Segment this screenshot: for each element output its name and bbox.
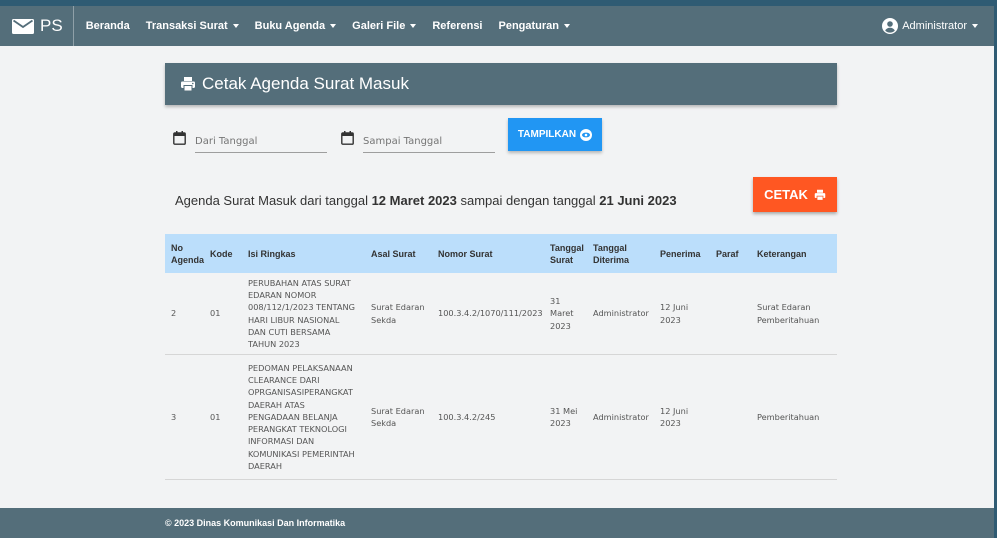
nav-menu: Beranda Transaksi Surat Buku Agenda Galeri … xyxy=(86,20,586,32)
summary-to-date: 21 Juni 2023 xyxy=(599,193,677,208)
nav-item-transaksi-surat[interactable]: Transaksi Surat xyxy=(146,20,239,32)
column-header[interactable]: Keterangan xyxy=(751,234,837,273)
nav-item-pengaturan[interactable]: Pengaturan xyxy=(499,20,571,32)
table-cell: 01 xyxy=(210,411,221,422)
table-cell xyxy=(710,273,751,355)
chevron-down-icon xyxy=(410,24,417,28)
table-cell: 12 Juni 2023 xyxy=(660,302,689,325)
table-row: 2 01 PERUBAHAN ATAS SURAT EDARAN NOMOR 008… xyxy=(165,273,837,355)
calendar-icon xyxy=(173,131,186,145)
nav-item-label: Pengaturan xyxy=(498,20,560,32)
table-cell: PEDOMAN PELAKSANAAN CLEARANCE DARI OPRGA… xyxy=(248,362,355,472)
column-header[interactable]: Tanggal Surat xyxy=(544,234,587,273)
nav-item-beranda[interactable]: Beranda xyxy=(86,20,130,32)
column-header[interactable]: Asal Surat xyxy=(365,234,432,273)
calendar-icon xyxy=(341,131,354,145)
table-cell xyxy=(710,355,751,480)
table-header-row: No Agenda Kode Isi Ringkas Asal Surat Nomor … xyxy=(165,234,837,273)
table-row: 3 01 PEDOMAN PELAKSANAAN CLEARANCE DARI OP… xyxy=(165,355,837,480)
table-cell: Pemberitahuan xyxy=(757,411,820,422)
printer-icon xyxy=(181,77,195,92)
table-cell: 3 xyxy=(171,411,177,422)
table-cell: 31 Maret 2023 xyxy=(550,296,574,331)
account-circle-icon xyxy=(882,18,899,34)
column-header[interactable]: Isi Ringkas xyxy=(242,234,365,273)
column-header[interactable]: No Agenda xyxy=(165,234,204,273)
summary-prefix: Agenda Surat Masuk dari tanggal xyxy=(175,193,372,208)
date-to-input[interactable] xyxy=(363,136,495,153)
navbar: PS Beranda Transaksi Surat Buku Agenda Gale… xyxy=(0,6,994,46)
page-header: Cetak Agenda Surat Masuk xyxy=(165,63,837,105)
chevron-down-icon xyxy=(564,24,571,28)
chevron-down-icon xyxy=(330,24,337,28)
nav-item-label: Referensi xyxy=(432,20,483,32)
column-header[interactable]: Nomor Surat xyxy=(432,234,544,273)
printer-icon xyxy=(814,189,826,201)
table-cell: Surat Edaran Pemberitahuan xyxy=(757,302,820,325)
nav-item-label: Beranda xyxy=(85,20,130,32)
table-cell: 31 Mei 2023 xyxy=(550,405,578,428)
mail-icon xyxy=(12,18,34,34)
user-name: Administrator xyxy=(902,20,967,32)
table-cell: Administrator xyxy=(593,308,649,319)
column-header[interactable]: Penerima xyxy=(654,234,710,273)
column-header[interactable]: Tanggal Diterima xyxy=(587,234,654,273)
eye-icon xyxy=(580,128,593,141)
print-button-label: CETAK xyxy=(764,187,808,202)
nav-item-referensi[interactable]: Referensi xyxy=(432,20,482,32)
table-cell: Surat Edaran Sekda xyxy=(371,405,425,428)
table-cell: PERUBAHAN ATAS SURAT EDARAN NOMOR 008/11… xyxy=(248,277,355,350)
table-cell: Surat Edaran Sekda xyxy=(371,302,425,325)
table-cell: 100.3.4.2/245 xyxy=(438,411,496,422)
nav-item-galeri-file[interactable]: Galeri File xyxy=(352,20,417,32)
column-header[interactable]: Paraf xyxy=(710,234,751,273)
footer: © 2023 Dinas Komunikasi Dan Informatika xyxy=(0,508,994,538)
page-title: Cetak Agenda Surat Masuk xyxy=(202,74,409,93)
brand-text: PS xyxy=(40,16,63,35)
table-cell: 100.3.4.2/1070/111/2023 xyxy=(438,308,543,319)
summary-middle: sampai dengan tanggal xyxy=(456,193,600,208)
user-menu[interactable]: Administrator xyxy=(882,6,978,46)
brand[interactable]: PS xyxy=(0,6,74,46)
table-body: 2 01 PERUBAHAN ATAS SURAT EDARAN NOMOR 008… xyxy=(165,273,837,480)
date-from-input[interactable] xyxy=(195,136,327,153)
table-cell: 12 Juni 2023 xyxy=(660,405,689,428)
chevron-down-icon xyxy=(232,24,239,28)
table-cell: 01 xyxy=(210,308,221,319)
nav-item-label: Buku Agenda xyxy=(254,20,326,32)
print-button[interactable]: CETAK xyxy=(753,177,837,212)
footer-text: © 2023 Dinas Komunikasi Dan Informatika xyxy=(165,518,346,528)
summary-from-date: 12 Maret 2023 xyxy=(371,193,457,208)
column-header[interactable]: Kode xyxy=(204,234,242,273)
show-button[interactable]: TAMPILKAN xyxy=(508,118,602,151)
agenda-table: No Agenda Kode Isi Ringkas Asal Surat Nomor … xyxy=(165,234,837,480)
agenda-summary: Agenda Surat Masuk dari tanggal 12 Maret… xyxy=(175,193,677,208)
nav-item-label: Transaksi Surat xyxy=(145,20,228,32)
nav-item-buku-agenda[interactable]: Buku Agenda xyxy=(255,20,337,32)
show-button-label: TAMPILKAN xyxy=(517,129,577,140)
table-cell: 2 xyxy=(171,308,177,319)
table-cell: Administrator xyxy=(593,411,649,422)
chevron-down-icon xyxy=(972,24,978,28)
nav-item-label: Galeri File xyxy=(352,20,406,32)
